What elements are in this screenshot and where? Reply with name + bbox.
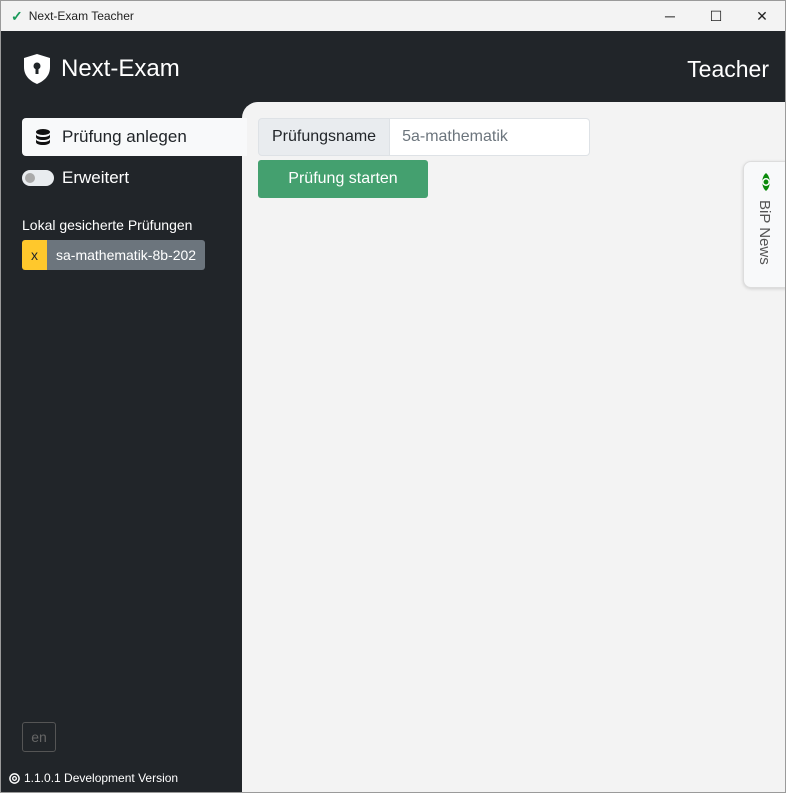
maximize-button[interactable]: ☐ — [693, 1, 739, 31]
version-text: 1.1.0.1 Development Version — [24, 771, 179, 785]
advanced-label: Erweitert — [62, 168, 130, 187]
bip-news-tab[interactable]: BiP News — [743, 161, 785, 288]
minimize-button[interactable]: ─ — [647, 1, 693, 31]
window-title: Next-Exam Teacher — [28, 9, 134, 23]
close-button[interactable]: ✕ — [739, 1, 785, 31]
version-info: 1.1.0.1 Development Version — [9, 771, 178, 785]
create-exam-label: Prüfung anlegen — [62, 127, 187, 146]
database-icon — [36, 129, 50, 145]
create-exam-button[interactable]: Prüfung anlegen — [22, 118, 247, 156]
version-icon — [9, 772, 20, 784]
bip-news-label: BiP News — [756, 200, 773, 265]
saved-exam-item: x sa-mathematik-8b-202 — [22, 240, 206, 270]
language-button[interactable]: en — [22, 722, 56, 752]
saved-exams-heading: Lokal gesicherte Prüfungen — [22, 217, 193, 233]
title-bar: ✓ Next-Exam Teacher ─ ☐ ✕ — [1, 1, 785, 31]
advanced-toggle[interactable]: Erweitert — [22, 168, 129, 188]
remove-saved-exam-button[interactable]: x — [22, 240, 47, 270]
exam-name-label: Prüfungsname — [258, 118, 391, 156]
app-window: ✓ Next-Exam Teacher ─ ☐ ✕ Next-Exam Teac… — [0, 0, 786, 793]
logo: Next-Exam — [23, 53, 180, 85]
main-content — [242, 102, 785, 792]
shield-lock-icon — [24, 54, 50, 84]
eye-icon — [762, 173, 770, 191]
role-label: Teacher — [687, 56, 769, 82]
app-header: Next-Exam Teacher — [1, 31, 785, 103]
app-name: Next-Exam — [61, 55, 180, 82]
exam-name-input[interactable] — [390, 118, 591, 156]
toggle-switch[interactable] — [22, 170, 54, 186]
app-check-icon: ✓ — [11, 7, 23, 24]
saved-exam-name[interactable]: sa-mathematik-8b-202 — [47, 240, 206, 270]
start-exam-button[interactable]: Prüfung starten — [258, 160, 428, 198]
exam-name-group: Prüfungsname — [258, 118, 591, 156]
